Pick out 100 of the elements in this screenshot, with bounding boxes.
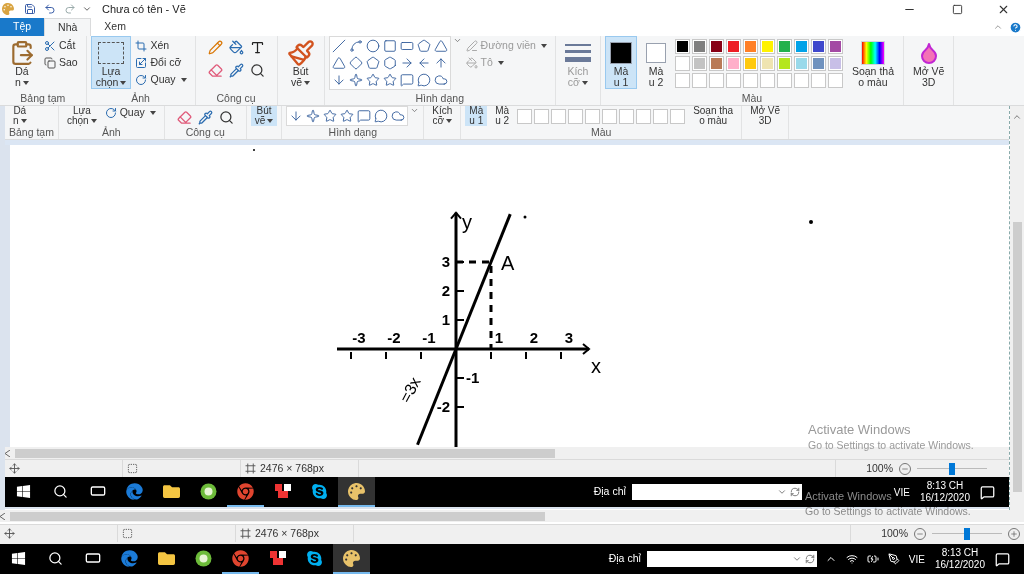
color-swatch[interactable] bbox=[810, 39, 826, 54]
paste-button[interactable]: Dá n bbox=[9, 106, 31, 126]
scroll-left-icon[interactable] bbox=[0, 512, 5, 520]
address-field[interactable] bbox=[631, 484, 802, 500]
oval-icon[interactable] bbox=[365, 39, 380, 53]
edit-colors-button[interactable]: Soạn thả o màu bbox=[846, 36, 899, 89]
dropdown-icon[interactable] bbox=[791, 554, 802, 564]
color-swatch[interactable] bbox=[810, 56, 826, 71]
undo-icon[interactable] bbox=[44, 3, 56, 15]
redo-icon[interactable] bbox=[64, 3, 76, 15]
oval-callout-icon[interactable] bbox=[374, 109, 389, 123]
brushes-button[interactable]: Bút vẽ bbox=[250, 106, 278, 126]
polygon-icon[interactable] bbox=[416, 39, 431, 53]
slider-thumb[interactable] bbox=[949, 462, 955, 475]
eraser-icon[interactable] bbox=[176, 110, 192, 125]
save-icon[interactable] bbox=[24, 3, 36, 15]
color-swatch[interactable] bbox=[759, 39, 775, 54]
copy-button[interactable]: Sao bbox=[44, 56, 78, 69]
ribbon-tab[interactable]: Xem bbox=[91, 18, 139, 36]
zoom-slider[interactable] bbox=[932, 527, 1002, 540]
collapse-ribbon-icon[interactable] bbox=[993, 22, 1003, 32]
curve-icon[interactable] bbox=[348, 39, 363, 53]
four-point-star-icon[interactable] bbox=[348, 73, 363, 87]
wifi-icon[interactable] bbox=[845, 553, 858, 565]
color-swatch[interactable] bbox=[827, 56, 843, 71]
scrollbar-thumb[interactable] bbox=[15, 448, 555, 458]
hexagon-icon[interactable] bbox=[382, 56, 397, 70]
oval-callout-icon[interactable] bbox=[416, 73, 431, 87]
rectangle-icon[interactable] bbox=[382, 39, 397, 53]
pen-icon[interactable] bbox=[887, 553, 900, 565]
notification-icon[interactable] bbox=[995, 551, 1010, 567]
brushes-button[interactable]: Bút vẽ bbox=[281, 36, 320, 89]
color-swatch[interactable] bbox=[674, 39, 690, 54]
color-swatch[interactable] bbox=[708, 56, 724, 71]
star-icon[interactable] bbox=[323, 109, 338, 123]
pencil-icon[interactable] bbox=[207, 40, 223, 55]
color-swatch[interactable] bbox=[725, 39, 741, 54]
scroll-up-icon[interactable] bbox=[1012, 112, 1022, 122]
rotate-button[interactable]: Quay bbox=[104, 106, 156, 119]
color-2-button[interactable]: Mà u 2 bbox=[640, 36, 671, 89]
color-1-button[interactable]: Mà u 1 bbox=[604, 36, 637, 89]
triangle-icon[interactable] bbox=[433, 39, 448, 53]
help-icon[interactable] bbox=[1009, 21, 1022, 34]
arrow-right-icon[interactable] bbox=[399, 56, 414, 70]
size-button[interactable]: Kích cỡ bbox=[428, 106, 457, 126]
line-icon[interactable] bbox=[331, 39, 346, 53]
speech-bubble-icon[interactable] bbox=[357, 109, 372, 123]
taskbar-button[interactable] bbox=[333, 544, 370, 574]
arrow-left-icon[interactable] bbox=[416, 56, 431, 70]
text-icon[interactable] bbox=[249, 40, 265, 55]
magnifier-icon[interactable] bbox=[249, 63, 265, 78]
dropdown-icon[interactable] bbox=[776, 487, 787, 497]
file-tab[interactable]: Tệp bbox=[0, 18, 45, 36]
taskbar-button[interactable] bbox=[338, 477, 375, 507]
refresh-icon[interactable] bbox=[789, 487, 800, 497]
color-swatch[interactable] bbox=[827, 39, 843, 54]
language-indicator[interactable]: VIE bbox=[893, 484, 910, 500]
resize-button[interactable]: Đổi cỡ bbox=[135, 56, 187, 69]
scrollbar-thumb[interactable] bbox=[1012, 222, 1022, 492]
paint-3d-button[interactable]: Mở Vẽ 3D bbox=[908, 36, 950, 89]
gallery-more-icon[interactable] bbox=[410, 106, 420, 115]
cloud-callout-icon[interactable] bbox=[391, 109, 406, 123]
color-picker-icon[interactable] bbox=[228, 63, 244, 78]
customize-icon[interactable] bbox=[82, 4, 92, 14]
clock-time[interactable]: 8:13 CH bbox=[941, 547, 979, 559]
cloud-callout-icon[interactable] bbox=[433, 73, 448, 87]
magnifier-icon[interactable] bbox=[218, 110, 234, 125]
color-swatch[interactable] bbox=[691, 39, 707, 54]
vertical-scrollbar[interactable] bbox=[1010, 106, 1024, 510]
language-indicator[interactable]: VIE bbox=[908, 551, 925, 567]
maximize-icon[interactable] bbox=[952, 3, 963, 15]
battery-icon[interactable] bbox=[866, 553, 879, 565]
slider-thumb[interactable] bbox=[964, 527, 970, 540]
rounded-rectangle-icon[interactable] bbox=[399, 39, 414, 53]
gallery-more-icon[interactable] bbox=[452, 36, 462, 45]
crop-button[interactable]: Xén bbox=[135, 39, 187, 52]
clock-time[interactable]: 8:13 CH bbox=[926, 480, 964, 492]
ribbon-tab[interactable]: Nhà bbox=[44, 18, 92, 36]
color-swatch[interactable] bbox=[759, 56, 775, 71]
bucket-icon[interactable] bbox=[228, 40, 244, 55]
color-picker-icon[interactable] bbox=[197, 110, 213, 125]
color-swatch[interactable] bbox=[725, 56, 741, 71]
color-1-button[interactable]: Mà u 1 bbox=[465, 106, 488, 126]
scroll-left-icon[interactable] bbox=[5, 449, 10, 457]
clock-date[interactable]: 16/12/2020 bbox=[919, 492, 970, 504]
clock-date[interactable]: 16/12/2020 bbox=[934, 559, 985, 571]
color-swatch[interactable] bbox=[674, 56, 690, 71]
color-swatch[interactable] bbox=[776, 39, 792, 54]
refresh-icon[interactable] bbox=[804, 554, 815, 564]
color-swatch[interactable] bbox=[776, 56, 792, 71]
four-point-star-icon[interactable] bbox=[306, 109, 321, 123]
rotate-button[interactable]: Quay bbox=[135, 73, 187, 86]
paste-button[interactable]: Dá n bbox=[4, 36, 40, 89]
color-swatch[interactable] bbox=[691, 56, 707, 71]
color-swatch[interactable] bbox=[708, 39, 724, 54]
pentagon-icon[interactable] bbox=[365, 56, 380, 70]
star-icon[interactable] bbox=[365, 73, 380, 87]
color-swatch[interactable] bbox=[793, 56, 809, 71]
diamond-icon[interactable] bbox=[348, 56, 363, 70]
cut-button[interactable]: Cắt bbox=[44, 39, 78, 52]
